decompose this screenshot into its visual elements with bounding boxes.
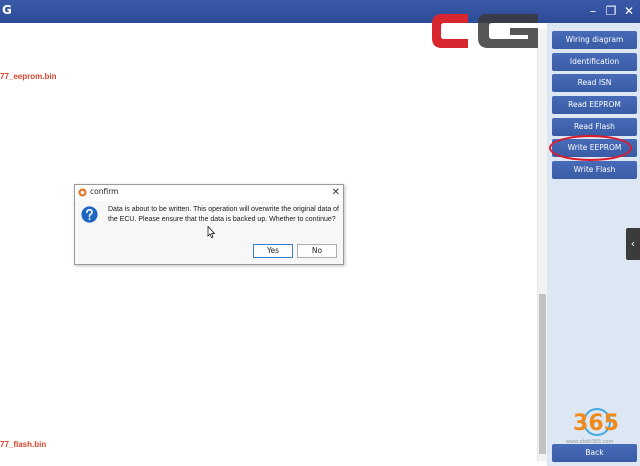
eeprom-file-label[interactable]: 77_eeprom.bin bbox=[0, 72, 56, 81]
watermark-url: www.obdii365.com bbox=[566, 439, 614, 445]
question-icon bbox=[81, 206, 98, 223]
dialog-titlebar: confirm ✕ bbox=[75, 185, 343, 201]
dialog-message: Data is about to be written. This operat… bbox=[108, 206, 339, 223]
read-isn-button[interactable]: Read ISN bbox=[552, 74, 637, 92]
write-flash-button[interactable]: Write Flash bbox=[552, 161, 637, 179]
mouse-cursor-icon bbox=[207, 226, 215, 238]
restore-icon[interactable]: ❐ bbox=[602, 3, 620, 19]
watermark-digits: 365 bbox=[573, 411, 619, 436]
identification-button[interactable]: Identification bbox=[552, 53, 637, 71]
scrollbar-thumb[interactable] bbox=[539, 294, 546, 454]
minimize-icon[interactable]: – bbox=[584, 3, 602, 19]
dialog-title: confirm bbox=[90, 187, 119, 196]
no-button[interactable]: No bbox=[297, 244, 337, 258]
wiring-diagram-button[interactable]: Wiring diagram bbox=[552, 31, 637, 49]
window-title: G bbox=[2, 3, 12, 17]
confirm-dialog: confirm ✕ Data is about to be written. T… bbox=[74, 184, 344, 265]
dialog-close-icon[interactable]: ✕ bbox=[332, 186, 340, 199]
cg-logo-icon bbox=[432, 14, 538, 48]
read-flash-button[interactable]: Read Flash bbox=[552, 118, 637, 136]
read-eeprom-button[interactable]: Read EEPROM bbox=[552, 96, 637, 114]
write-eeprom-highlight bbox=[549, 135, 632, 161]
close-icon[interactable]: ✕ bbox=[620, 3, 638, 19]
back-button[interactable]: Back bbox=[552, 444, 637, 462]
collapse-panel-icon[interactable]: ‹ bbox=[626, 228, 640, 260]
app-icon bbox=[78, 188, 87, 197]
yes-button[interactable]: Yes bbox=[253, 244, 293, 258]
scrollbar[interactable] bbox=[538, 29, 547, 461]
watermark-logo-icon: 365 bbox=[573, 408, 619, 436]
flash-file-label[interactable]: 77_flash.bin bbox=[0, 440, 46, 449]
